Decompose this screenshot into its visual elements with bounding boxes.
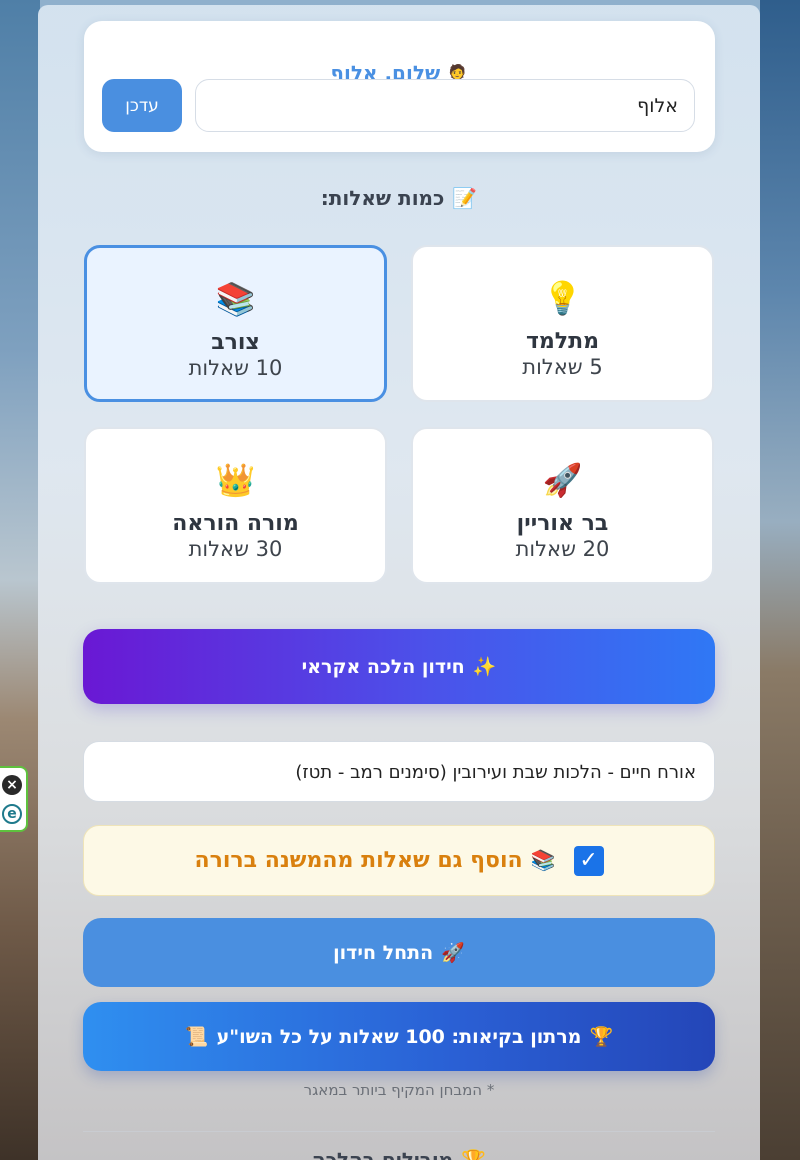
marathon-button[interactable]: 🏆 מרתון בקיאות: 100 שאלות על כל השו"ע 📜 — [83, 1002, 715, 1071]
close-icon[interactable]: × — [2, 775, 22, 795]
rocket-icon: 🚀 — [441, 942, 465, 964]
level-name: מתלמד — [525, 329, 600, 354]
leaderboard-title: 🏆 מובילים בהלכה — [38, 1148, 760, 1160]
section-select[interactable]: אורח חיים - הלכות שבת ועירובין (סימנים ר… — [83, 741, 715, 802]
level-name: בר אוריין — [516, 511, 609, 536]
marathon-label: מרתון בקיאות: 100 שאלות על כל השו"ע — [216, 1025, 582, 1048]
extension-widget: × e — [0, 766, 28, 832]
level-count: 5 שאלות — [522, 355, 603, 379]
level-count: 30 שאלות — [188, 537, 283, 561]
background-left — [0, 0, 40, 1160]
mishna-berura-option[interactable]: ✓ 📚 הוסף גם שאלות מהמשנה ברורה — [83, 825, 715, 896]
level-option-tzorev[interactable]: 📚 צורב 10 שאלות — [84, 245, 387, 402]
trophy-icon: 🏆 — [589, 1026, 614, 1048]
background-right — [760, 0, 800, 1160]
books-icon: 📚 — [530, 848, 556, 872]
mishna-berura-checkbox[interactable]: ✓ — [573, 845, 604, 876]
mishna-berura-label-wrap: 📚 הוסף גם שאלות מהמשנה ברורה — [194, 848, 555, 873]
question-count-label: כמות שאלות: — [320, 186, 445, 210]
trophy-icon: 🏆 — [461, 1148, 487, 1160]
random-quiz-button[interactable]: ✨ חידון הלכה אקראי — [83, 629, 715, 704]
update-name-button[interactable]: עדכן — [102, 79, 182, 132]
level-name: צורב — [211, 330, 260, 355]
level-name: מורה הוראה — [172, 511, 299, 536]
level-option-bar-oryan[interactable]: 🚀 בר אוריין 20 שאלות — [411, 427, 714, 584]
random-quiz-label: חידון הלכה אקראי — [301, 655, 465, 678]
books-icon: 📚 — [215, 280, 256, 318]
divider — [83, 1131, 715, 1132]
level-count: 10 שאלות — [188, 356, 283, 380]
mishna-berura-label: הוסף גם שאלות מהמשנה ברורה — [194, 848, 523, 873]
level-option-mitlamed[interactable]: 💡 מתלמד 5 שאלות — [411, 245, 714, 402]
extension-logo-icon[interactable]: e — [2, 804, 22, 824]
rocket-icon: 🚀 — [542, 461, 583, 499]
start-quiz-button[interactable]: 🚀 התחל חידון — [83, 918, 715, 987]
lightbulb-icon: 💡 — [542, 279, 583, 317]
scroll-icon: 📜 — [184, 1026, 209, 1048]
level-option-moreh-horaah[interactable]: 👑 מורה הוראה 30 שאלות — [84, 427, 387, 584]
start-quiz-label: התחל חידון — [333, 941, 434, 964]
marathon-note: * המבחן המקיף ביותר במאגר — [303, 1081, 495, 1099]
leaderboard-label: מובילים בהלכה — [311, 1148, 454, 1160]
crown-icon: 👑 — [215, 461, 256, 499]
name-input[interactable]: אלוף — [195, 79, 695, 132]
sparkles-icon: ✨ — [472, 656, 497, 678]
question-count-title: 📝 כמות שאלות: — [38, 186, 760, 210]
level-count: 20 שאלות — [515, 537, 610, 561]
memo-icon: 📝 — [452, 186, 478, 210]
